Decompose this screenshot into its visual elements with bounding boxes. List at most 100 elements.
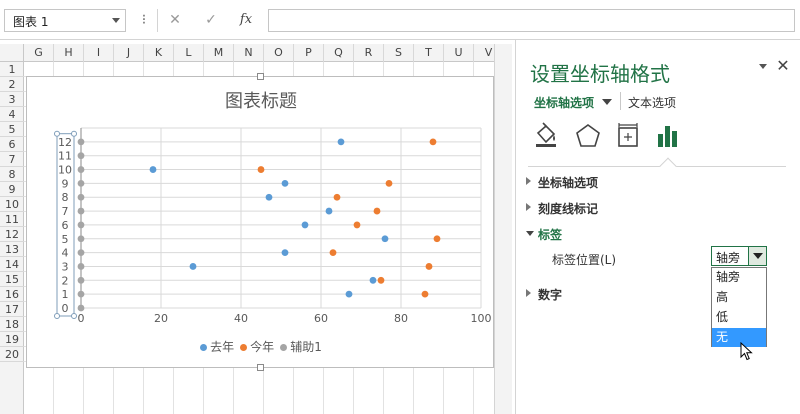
chevron-down-icon[interactable] xyxy=(602,99,612,105)
column-header-q[interactable]: Q xyxy=(324,44,354,62)
insert-function-icon[interactable]: fx xyxy=(235,10,257,30)
legend-marker xyxy=(240,344,248,351)
legend-label: 今年 xyxy=(250,340,275,354)
label-position-option[interactable]: 低 xyxy=(712,308,766,327)
legend-item[interactable]: 辅助1 xyxy=(280,338,322,355)
formula-bar: 图表 1 ⁝ ✕ ✓ fx xyxy=(0,0,800,40)
size-properties-icon[interactable] xyxy=(614,122,642,150)
sheet-scrollbar[interactable] xyxy=(494,44,512,414)
column-header-i[interactable]: I xyxy=(84,44,114,62)
label-position-option[interactable]: 无 xyxy=(712,328,766,347)
legend-item[interactable]: 去年 xyxy=(200,338,234,355)
row-header-20[interactable]: 20 xyxy=(0,347,24,362)
tab-divider xyxy=(620,92,621,110)
y-tick-label: 2 xyxy=(62,274,69,287)
panel-options-icon[interactable] xyxy=(759,64,767,69)
data-point xyxy=(77,207,85,215)
chart-title[interactable]: 图表标题 xyxy=(27,87,495,113)
column-header-n[interactable]: N xyxy=(234,44,264,62)
column-header-g[interactable]: G xyxy=(24,44,54,62)
chart[interactable]: 0 20 40 60 80 100 0 1 2 3 4 5 6 7 8 9 10 11 12 图表标题 去年 今年 辅助… xyxy=(26,73,495,371)
data-point xyxy=(77,304,85,312)
row-header-14[interactable]: 14 xyxy=(0,257,24,272)
fill-line-icon[interactable] xyxy=(532,122,560,150)
column-header-j[interactable]: J xyxy=(114,44,144,62)
close-icon[interactable]: ✕ xyxy=(774,56,792,76)
column-header-m[interactable]: M xyxy=(204,44,234,62)
section-labels-label: 标签 xyxy=(538,228,563,242)
tab-text-options[interactable]: 文本选项 xyxy=(628,94,676,111)
data-point xyxy=(257,166,265,173)
x-tick-label: 0 xyxy=(78,312,85,325)
column-header-r[interactable]: R xyxy=(354,44,384,62)
data-point xyxy=(433,235,441,243)
data-point xyxy=(421,290,429,298)
column-header-h[interactable]: H xyxy=(54,44,84,62)
row-header-13[interactable]: 13 xyxy=(0,242,24,257)
data-point xyxy=(77,235,85,243)
row-header-1[interactable]: 1 xyxy=(0,62,24,77)
formula-input[interactable] xyxy=(268,9,795,32)
label-position-option[interactable]: 高 xyxy=(712,288,766,307)
column-header-t[interactable]: T xyxy=(414,44,444,62)
row-header-16[interactable]: 16 xyxy=(0,287,24,302)
y-tick-label: 3 xyxy=(62,260,69,273)
column-header-l[interactable]: L xyxy=(174,44,204,62)
dropdown-button[interactable] xyxy=(748,247,766,265)
section-labels[interactable]: 标签 xyxy=(526,226,563,243)
data-point xyxy=(353,221,361,229)
x-tick-label: 100 xyxy=(471,312,492,325)
data-point xyxy=(281,179,289,187)
column-header-o[interactable]: O xyxy=(264,44,294,62)
section-axis-options[interactable]: 坐标轴选项 xyxy=(526,174,598,191)
column-header-p[interactable]: P xyxy=(294,44,324,62)
tab-axis-options[interactable]: 坐标轴选项 xyxy=(534,94,594,111)
row-header-5[interactable]: 5 xyxy=(0,122,24,137)
cancel-icon[interactable]: ✕ xyxy=(164,10,186,30)
column-header-k[interactable]: K xyxy=(144,44,174,62)
data-point xyxy=(189,263,197,270)
data-point xyxy=(77,138,85,146)
chart-legend[interactable]: 去年 今年 辅助1 xyxy=(27,338,495,355)
select-all-corner[interactable] xyxy=(0,44,24,62)
column-header-u[interactable]: U xyxy=(444,44,474,62)
name-box[interactable]: 图表 1 xyxy=(4,9,126,32)
data-point xyxy=(329,249,337,257)
legend-item[interactable]: 今年 xyxy=(240,338,274,355)
row-header-4[interactable]: 4 xyxy=(0,107,24,122)
row-header-10[interactable]: 10 xyxy=(0,197,24,212)
y-tick-label: 12 xyxy=(58,136,72,149)
axis-options-icon[interactable] xyxy=(654,122,682,150)
label-position-option[interactable]: 轴旁 xyxy=(712,268,766,287)
row-header-19[interactable]: 19 xyxy=(0,332,24,347)
data-point xyxy=(77,276,85,284)
chart-resize-handle[interactable] xyxy=(257,364,264,371)
section-tick-marks-label: 刻度线标记 xyxy=(538,202,599,216)
chevron-down-icon[interactable] xyxy=(112,18,120,23)
row-header-3[interactable]: 3 xyxy=(0,92,24,107)
row-header-17[interactable]: 17 xyxy=(0,302,24,317)
data-point xyxy=(77,249,85,257)
section-number[interactable]: 数字 xyxy=(526,286,562,303)
column-header-s[interactable]: S xyxy=(384,44,414,62)
row-header-11[interactable]: 11 xyxy=(0,212,24,227)
section-tick-marks[interactable]: 刻度线标记 xyxy=(526,200,599,217)
row-header-12[interactable]: 12 xyxy=(0,227,24,242)
row-header-8[interactable]: 8 xyxy=(0,167,24,182)
row-header-6[interactable]: 6 xyxy=(0,137,24,152)
x-tick-label: 40 xyxy=(234,312,248,325)
panel-divider xyxy=(528,166,786,167)
row-header-2[interactable]: 2 xyxy=(0,77,24,92)
chart-resize-handle[interactable] xyxy=(257,73,264,80)
legend-label: 辅助1 xyxy=(290,340,322,354)
data-point xyxy=(265,193,273,201)
row-header-18[interactable]: 18 xyxy=(0,317,24,332)
row-header-15[interactable]: 15 xyxy=(0,272,24,287)
row-header-9[interactable]: 9 xyxy=(0,182,24,197)
enter-icon[interactable]: ✓ xyxy=(200,10,222,30)
label-position-select[interactable]: 轴旁 xyxy=(711,246,767,266)
row-header-7[interactable]: 7 xyxy=(0,152,24,167)
data-point xyxy=(77,152,85,160)
effects-icon[interactable] xyxy=(574,122,602,150)
y-tick-label: 8 xyxy=(62,191,69,204)
